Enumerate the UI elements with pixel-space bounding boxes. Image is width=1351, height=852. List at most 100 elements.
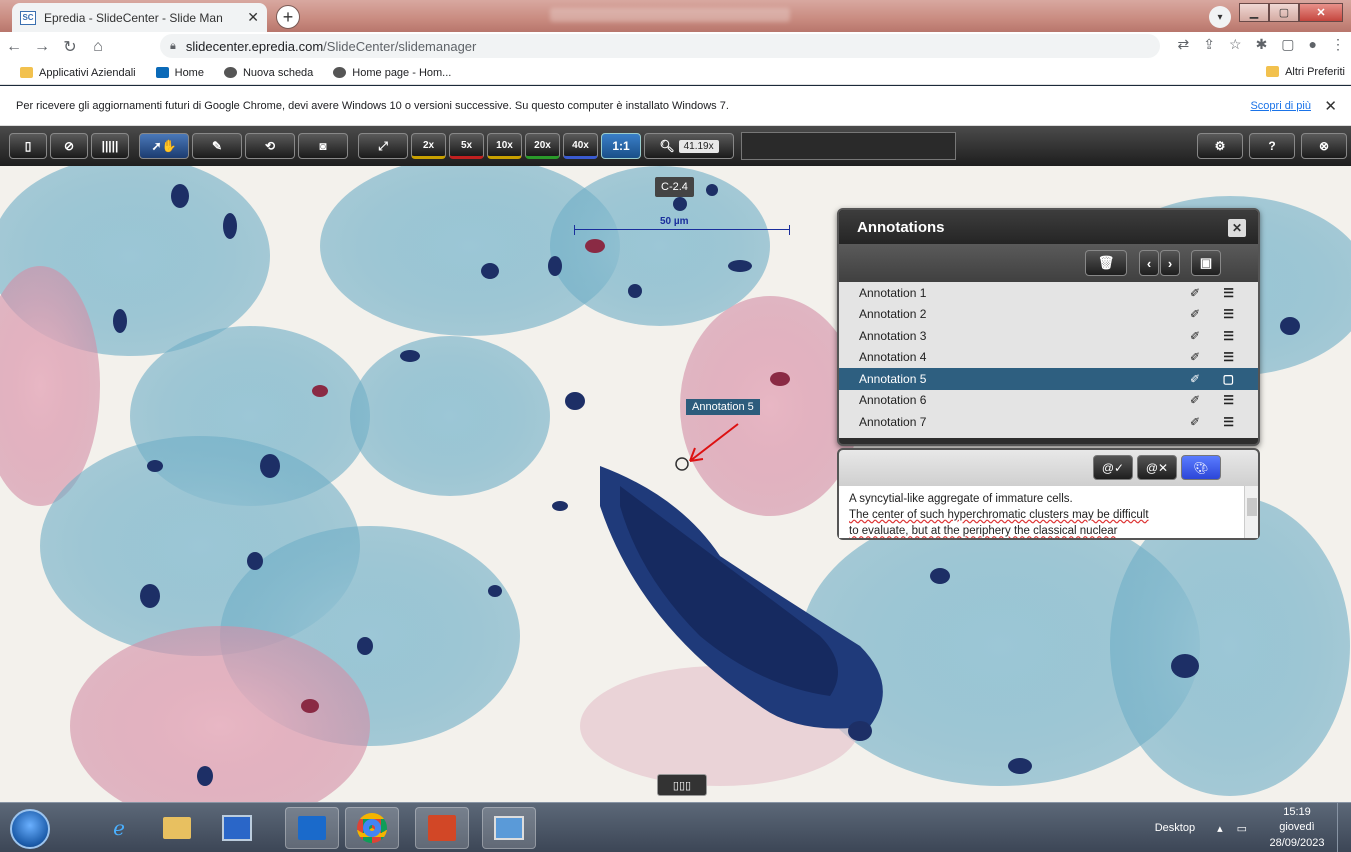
side-panel-icon[interactable]: ▢ [1281,36,1294,53]
toggle-square-icon[interactable]: ▣ [1191,250,1221,276]
share-icon[interactable]: ⇪ [1203,36,1215,53]
chrome-icon[interactable] [345,807,399,849]
annotation-tag[interactable]: Annotation 5 [686,399,760,415]
annotations-panel: Annotations ✕ 🗑︎ ‹ › ▣ Annotation 1 ✐ ☰ An… [837,208,1260,446]
powerpoint-icon[interactable] [415,807,469,849]
folder-icon [1266,66,1280,77]
mag-5x-button[interactable]: 5x [449,133,484,159]
annotation-label: Annotation 3 [859,328,927,343]
clock-time: 15:19 [1283,805,1311,818]
one-to-one-button[interactable]: 1:1 [601,133,641,159]
palette-icon[interactable]: 🎨︎ [1181,455,1221,480]
navigator-compass-icon[interactable]: ⊘ [50,133,88,159]
start-button[interactable] [10,809,50,849]
annotation-list-item-selected[interactable]: Annotation 5 ✐ ▢ [839,368,1258,390]
bookmark-nuova-scheda[interactable]: Nuova scheda [223,67,313,79]
annotation-list-item[interactable]: Annotation 4 ✐ ☰ [839,347,1258,369]
other-bookmarks[interactable]: Altri Preferiti [1266,66,1345,78]
edit-pencil-icon[interactable]: ✐ [1190,329,1200,343]
edit-pencil-icon[interactable]: ✐ [1190,393,1200,407]
edit-pencil-icon[interactable]: ✐ [1190,415,1200,429]
profile-icon[interactable]: ● [1309,36,1317,53]
camera-icon[interactable]: ◙ [298,133,348,159]
outlook-icon[interactable] [285,807,339,849]
description-textarea[interactable]: A syncytial-like aggregate of immature c… [839,486,1258,538]
slidecenter-favicon: SC [20,10,36,25]
browser-tab[interactable]: SC Epredia - SlideCenter - Slide Man ✕ [12,3,267,32]
show-desktop-button[interactable] [1337,803,1351,852]
learn-more-link[interactable]: Scopri di più [1250,100,1311,112]
annotation-list-item[interactable]: Annotation 6 ✐ ☰ [839,390,1258,412]
photo-viewer-icon[interactable] [482,807,536,849]
annotation-list-item[interactable]: Annotation 1 ✐ ☰ [839,282,1258,304]
desktop-label[interactable]: Desktop [1155,822,1195,834]
mag-20x-button[interactable]: 20x [525,133,560,159]
edit-pencil-icon[interactable]: ✐ [1190,372,1200,386]
back-arrow-icon[interactable]: ← [0,38,28,56]
filmstrip-toggle-button[interactable]: ▯▯▯ [657,774,707,796]
visibility-toggle-icon[interactable]: ☰ [1223,415,1234,429]
description-scrollbar[interactable] [1244,486,1258,538]
maximize-button[interactable]: ▢ [1269,3,1299,22]
edit-pencil-icon[interactable]: ✐ [1190,286,1200,300]
edit-pencil-icon[interactable]: ✐ [1190,350,1200,364]
tab-search-chevron-icon[interactable]: ▾ [1209,6,1231,28]
next-annotation-icon[interactable]: › [1160,250,1180,276]
menu-kebab-icon[interactable]: ⋮ [1331,36,1345,53]
app-blue-icon[interactable] [210,807,264,849]
ie-icon[interactable]: ℯ [92,807,146,849]
email-remove-icon[interactable]: @✕ [1137,455,1177,480]
prev-annotation-icon[interactable]: ‹ [1139,250,1159,276]
mag-2x-button[interactable]: 2x [411,133,446,159]
extensions-icon[interactable]: ✱ [1256,36,1268,53]
close-info-icon[interactable]: ✕ [1324,97,1337,115]
visibility-toggle-icon[interactable]: ☰ [1223,329,1234,343]
visibility-toggle-icon[interactable]: ☰ [1223,350,1234,364]
network-icon[interactable]: ▭ [1237,822,1247,835]
translate-icon[interactable]: ⇄ [1178,36,1190,53]
tab-close-icon[interactable]: ✕ [247,9,259,26]
bookmark-home-page[interactable]: Home page - Hom... [333,67,451,79]
address-bar[interactable]: 🔒︎ slidecenter.epredia.com/SlideCenter/s… [160,34,1160,58]
barcode-icon[interactable]: ||||| [91,133,129,159]
help-icon[interactable]: ? [1249,133,1295,159]
zoom-control[interactable]: 🔍︎ 41.19x [644,133,734,159]
bookmark-star-icon[interactable]: ☆ [1229,36,1242,53]
bookmark-home[interactable]: Home [155,66,204,79]
close-window-button[interactable]: ✕ [1299,3,1343,22]
settings-gear-icon[interactable]: ⚙ [1197,133,1243,159]
globe-icon [223,67,237,78]
visibility-toggle-icon[interactable]: ▢ [1223,372,1234,386]
rotate-icon[interactable]: ⟲ [245,133,295,159]
slide-label-icon[interactable]: ▯ [9,133,47,159]
new-tab-button[interactable]: + [276,5,300,29]
reload-icon[interactable]: ↻ [56,37,84,57]
annotation-list-item[interactable]: Annotation 3 ✐ ☰ [839,325,1258,347]
other-bookmarks-label: Altri Preferiti [1285,66,1345,78]
mag-10x-button[interactable]: 10x [487,133,522,159]
minimize-button[interactable]: ▁ [1239,3,1269,22]
annotate-pen-icon[interactable]: ✎ [192,133,242,159]
visibility-toggle-icon[interactable]: ☰ [1223,393,1234,407]
home-icon[interactable]: ⌂ [84,38,112,56]
email-check-icon[interactable]: @✓ [1093,455,1133,480]
pan-cursor-icon[interactable]: ➚✋ [139,133,189,159]
visibility-toggle-icon[interactable]: ☰ [1223,307,1234,321]
file-explorer-icon[interactable] [150,807,204,849]
annotation-label: Annotation 4 [859,350,927,365]
annotation-list-item[interactable]: Annotation 2 ✐ ☰ [839,304,1258,326]
mag-40x-button[interactable]: 40x [563,133,598,159]
close-panel-icon[interactable]: ✕ [1228,219,1246,237]
bookmark-label: Home [174,66,204,79]
scrollbar-thumb[interactable] [1247,498,1257,516]
edit-pencil-icon[interactable]: ✐ [1190,307,1200,321]
bookmark-applicativi[interactable]: Applicativi Aziendali [20,67,136,79]
close-viewer-icon[interactable]: ⊗ [1301,133,1347,159]
visibility-toggle-icon[interactable]: ☰ [1223,286,1234,300]
clock[interactable]: 15:19 giovedì 28/09/2023 [1257,805,1337,851]
trash-icon[interactable]: 🗑︎ [1085,250,1127,276]
fullscreen-icon[interactable]: ⤢ [358,133,408,159]
tray-expand-icon[interactable]: ▴ [1217,822,1223,835]
annotation-list-item[interactable]: Annotation 7 ✐ ☰ [839,411,1258,433]
forward-arrow-icon[interactable]: → [28,38,56,56]
